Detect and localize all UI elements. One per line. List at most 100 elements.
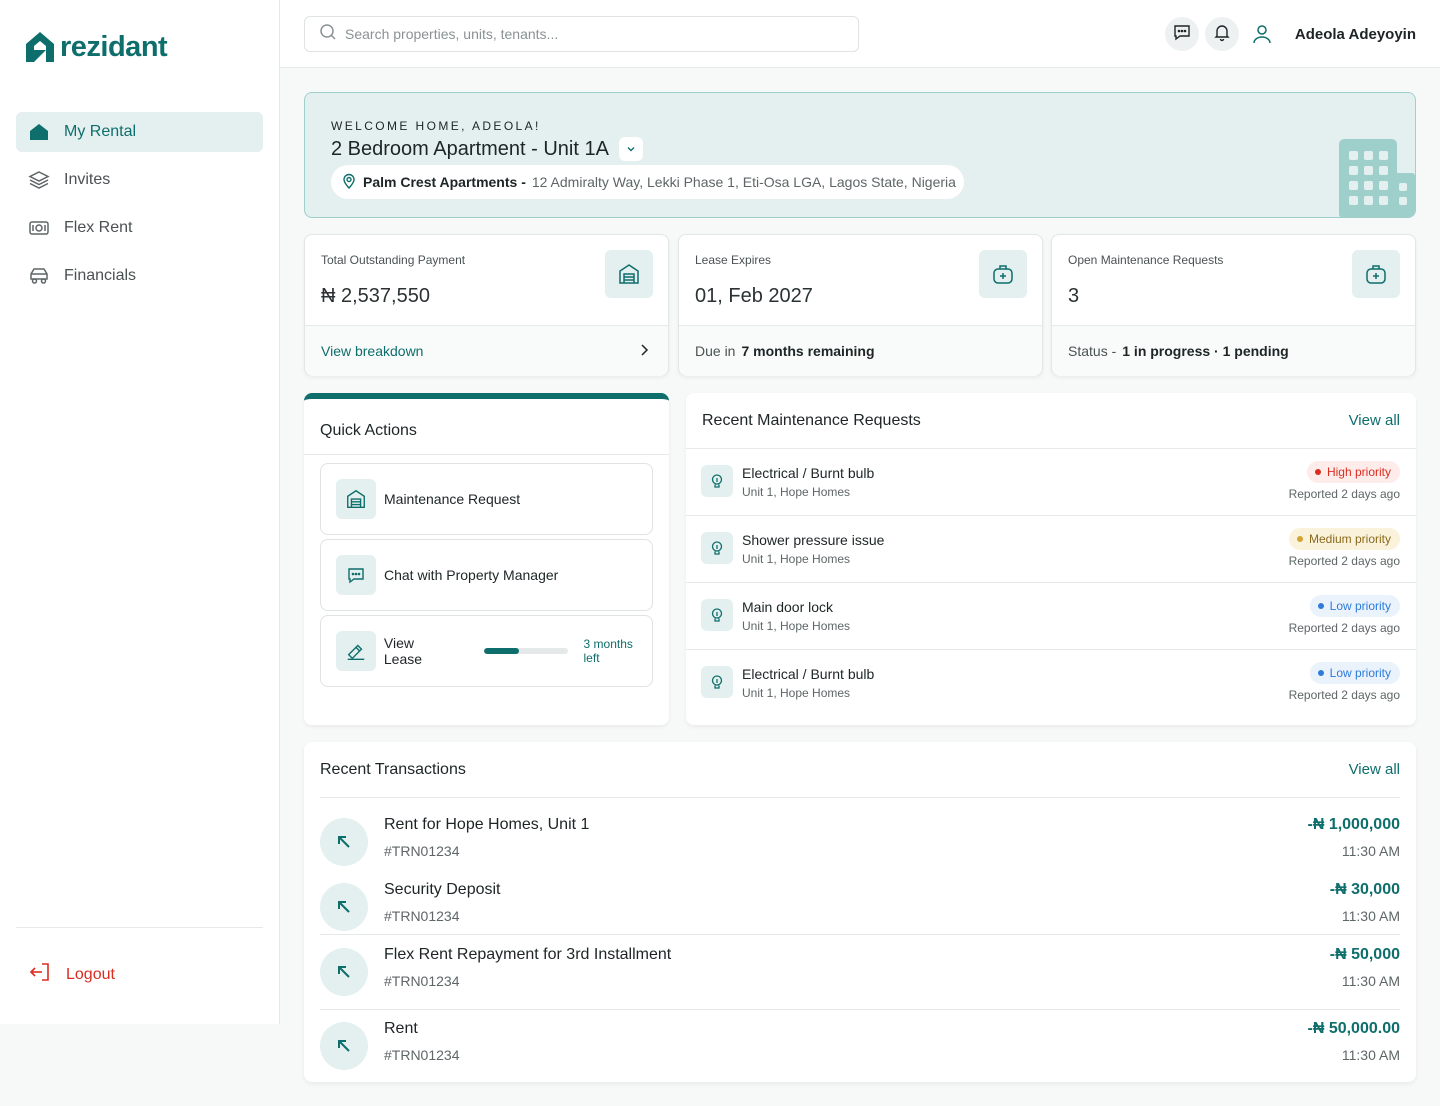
warehouse-icon [336, 479, 376, 519]
transaction-row[interactable]: Flex Rent Repayment for 3rd Installment … [320, 940, 1400, 1000]
transaction-row[interactable]: Rent #TRN01234 -₦ 50,000.00 11:30 AM [320, 1014, 1400, 1074]
quick-actions-title: Quick Actions [320, 422, 417, 439]
chat-icon [336, 555, 376, 595]
lightbulb-icon [701, 532, 733, 564]
maintenance-request-label: Maintenance Request [384, 491, 521, 507]
logout-icon [28, 960, 52, 989]
medical-bag-icon [1352, 250, 1400, 298]
lease-progress-fill [483, 648, 519, 654]
priority-badge-low: Low priority [1309, 662, 1400, 684]
sidebar-item-label: Invites [64, 171, 111, 188]
divider [320, 1009, 1400, 1010]
transaction-row[interactable]: Security Deposit #TRN01234 -₦ 30,000 11:… [320, 875, 1400, 935]
transaction-time: 11:30 AM [1341, 908, 1400, 924]
medical-bag-icon [979, 250, 1027, 298]
lease-progress-text: 3 months left [583, 637, 633, 665]
chevron-right-icon [636, 342, 652, 361]
top-actions: Adeola Adeyoyin [1164, 17, 1416, 51]
maintenance-row[interactable]: Electrical / Burnt bulb Unit 1, Hope Hom… [686, 448, 1416, 515]
arrow-up-left-icon [320, 948, 368, 996]
search-bar[interactable] [304, 16, 859, 52]
maintenance-status-value: 1 in progress · 1 pending [1122, 343, 1289, 359]
priority-label: Low priority [1329, 599, 1391, 613]
welcome-banner: WELCOME HOME, ADEOLA! 2 Bedroom Apartmen… [304, 92, 1416, 218]
sidebar-item-my-rental[interactable]: My Rental [16, 112, 263, 152]
maintenance-row[interactable]: Electrical / Burnt bulb Unit 1, Hope Hom… [686, 649, 1416, 716]
messages-button[interactable] [1164, 17, 1199, 51]
logo-house-icon [26, 32, 54, 62]
transaction-ref: #TRN01234 [384, 973, 460, 989]
user-avatar-icon[interactable] [1245, 17, 1279, 51]
transaction-time: 11:30 AM [1341, 1047, 1400, 1063]
priority-label: Medium priority [1308, 532, 1391, 546]
priority-badge-low: Low priority [1309, 595, 1400, 617]
transaction-title: Rent [384, 1020, 418, 1037]
sidebar-divider [16, 927, 263, 928]
transactions-view-all-link[interactable]: View all [1349, 761, 1400, 778]
maintenance-row-unit: Unit 1, Hope Homes [742, 619, 851, 633]
maintenance-status: Status - 1 in progress · 1 pending [1052, 325, 1415, 376]
notifications-button[interactable] [1204, 17, 1239, 51]
maintenance-row-date: Reported 2 days ago [1288, 621, 1400, 635]
sidebar-item-label: My Rental [64, 123, 137, 140]
maintenance-request-button[interactable]: Maintenance Request [320, 463, 653, 535]
maintenance-view-all-link[interactable]: View all [1349, 412, 1400, 429]
divider [304, 454, 669, 455]
view-breakdown-label: View breakdown [321, 343, 424, 359]
maintenance-row-unit: Unit 1, Hope Homes [742, 552, 851, 566]
view-lease-button[interactable]: View Lease 3 months left [320, 615, 653, 687]
transaction-amount: -₦ 1,000,000 [1307, 816, 1400, 833]
lease-remaining-prefix: Due in [695, 343, 736, 359]
search-icon [319, 23, 337, 46]
transaction-ref: #TRN01234 [384, 843, 460, 859]
arrow-up-left-icon [320, 883, 368, 931]
chat-manager-button[interactable]: Chat with Property Manager [320, 539, 653, 611]
car-icon [28, 265, 50, 287]
sidebar-nav: My Rental Invites Flex Rent Financials [16, 112, 263, 304]
location-pin-icon [341, 173, 357, 192]
priority-badge-high: High priority [1306, 461, 1400, 483]
maintenance-row-date: Reported 2 days ago [1288, 688, 1400, 702]
sidebar-item-invites[interactable]: Invites [16, 160, 263, 200]
logo-text: rezidant [60, 30, 168, 63]
user-name[interactable]: Adeola Adeyoyin [1295, 26, 1416, 43]
transaction-amount: -₦ 50,000.00 [1307, 1020, 1400, 1037]
layers-icon [28, 169, 50, 191]
lightbulb-icon [701, 599, 733, 631]
lease-expires-label: Lease Expires [695, 253, 772, 267]
maintenance-row[interactable]: Main door lock Unit 1, Hope Homes Low pr… [686, 582, 1416, 649]
transaction-ref: #TRN01234 [384, 908, 460, 924]
priority-badge-medium: Medium priority [1288, 528, 1400, 550]
lightbulb-icon [701, 465, 733, 497]
property-address: 12 Admiralty Way, Lekki Phase 1, Eti-Osa… [531, 174, 956, 190]
priority-dot [1317, 603, 1324, 609]
maintenance-row-date: Reported 2 days ago [1288, 487, 1400, 501]
transaction-title: Rent for Hope Homes, Unit 1 [384, 816, 590, 833]
maintenance-row-unit: Unit 1, Hope Homes [742, 485, 851, 499]
maintenance-row[interactable]: Shower pressure issue Unit 1, Hope Homes… [686, 515, 1416, 582]
search-input[interactable] [345, 26, 845, 42]
maintenance-row-unit: Unit 1, Hope Homes [742, 686, 851, 700]
address-pill: Palm Crest Apartments - 12 Admiralty Way… [331, 165, 964, 199]
logout-button[interactable]: Logout [28, 960, 115, 989]
priority-dot [1317, 670, 1324, 676]
chat-manager-label: Chat with Property Manager [384, 567, 559, 583]
transaction-row[interactable]: Rent for Hope Homes, Unit 1 #TRN01234 -₦… [320, 810, 1400, 870]
priority-dot [1296, 536, 1303, 542]
open-maintenance-card: Open Maintenance Requests 3 Status - 1 i… [1051, 234, 1416, 376]
transaction-title: Flex Rent Repayment for 3rd Installment [384, 946, 672, 963]
lightbulb-icon [701, 666, 733, 698]
maintenance-row-title: Main door lock [742, 599, 834, 615]
priority-label: High priority [1326, 465, 1391, 479]
transaction-title: Security Deposit [384, 881, 501, 898]
warehouse-icon [605, 250, 653, 298]
quick-actions-panel: Quick Actions Maintenance Request Chat w… [304, 393, 669, 725]
sidebar-item-financials[interactable]: Financials [16, 256, 263, 296]
maintenance-row-title: Electrical / Burnt bulb [742, 465, 875, 481]
open-maintenance-value: 3 [1068, 285, 1080, 307]
sidebar-item-flex-rent[interactable]: Flex Rent [16, 208, 263, 248]
unit-dropdown-button[interactable] [618, 137, 643, 161]
view-breakdown-link[interactable]: View breakdown [305, 325, 668, 376]
lease-remaining: Due in 7 months remaining [679, 325, 1042, 376]
logo[interactable]: rezidant [24, 30, 168, 64]
